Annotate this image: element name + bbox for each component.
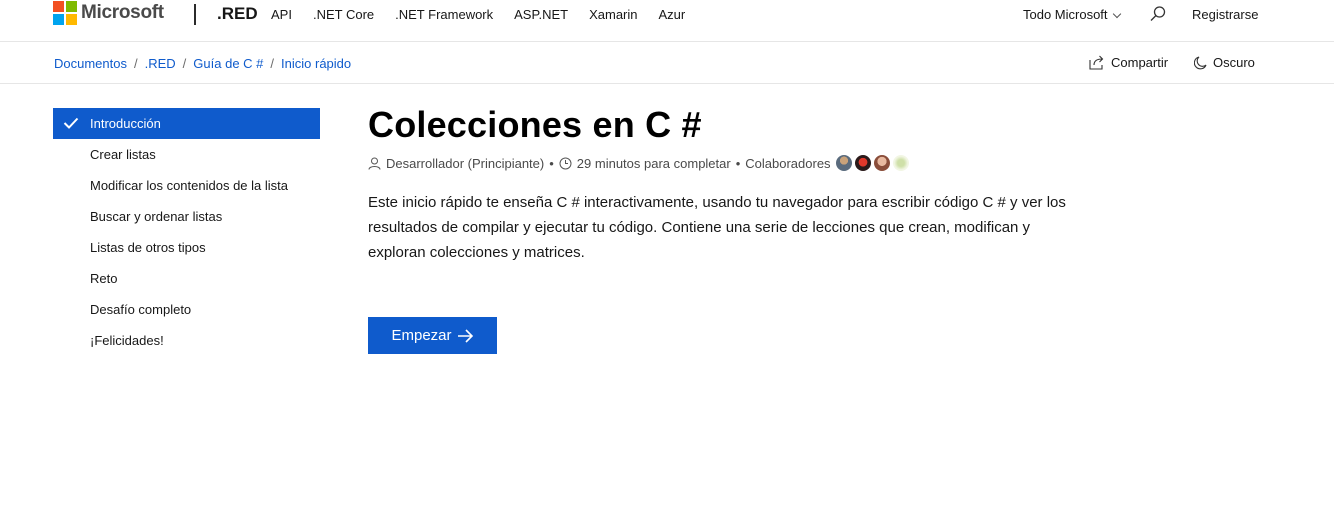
checkmark-icon [63, 117, 79, 129]
meta-separator: • [735, 155, 741, 171]
breadcrumb-separator: / [182, 56, 187, 71]
article-meta: Desarrollador (Principiante) • 29 minuto… [368, 154, 1068, 172]
search-icon[interactable] [1149, 5, 1167, 23]
nav-xamarin[interactable]: Xamarin [589, 7, 637, 22]
sidebar-item-label: Modificar los contenidos de la lista [90, 178, 288, 193]
share-button[interactable]: Compartir [1089, 55, 1168, 70]
sign-in-link[interactable]: Registrarse [1192, 7, 1258, 22]
contributor-avatars [835, 155, 912, 171]
breadcrumb-net[interactable]: .RED [145, 56, 176, 71]
sidebar-item-crear-listas[interactable]: Crear listas [53, 139, 320, 170]
theme-label: Oscuro [1213, 55, 1255, 70]
share-label: Compartir [1111, 55, 1169, 70]
meta-separator: • [549, 155, 554, 171]
moon-icon [1194, 55, 1207, 69]
person-icon [368, 157, 381, 170]
avatar[interactable] [835, 155, 852, 171]
top-header: Microsoft .RED API .NET Core .NET Framew… [0, 0, 1334, 42]
sidebar-item-label: Listas de otros tipos [90, 240, 206, 255]
breadcrumb: Documentos / .RED / Guía de C # / Inicio… [54, 56, 351, 71]
breadcrumb-quickstart[interactable]: Inicio rápido [281, 56, 351, 71]
breadcrumb-bar: Documentos / .RED / Guía de C # / Inicio… [0, 42, 1334, 84]
level-text: Desarrollador (Principiante) [386, 155, 545, 171]
sidebar-item-label: Desafío completo [90, 302, 192, 317]
product-name[interactable]: .RED [217, 4, 258, 24]
microsoft-brand-text[interactable]: Microsoft [81, 2, 164, 24]
nav-net-core[interactable]: .NET Core [313, 7, 374, 22]
all-microsoft-label: Todo Microsoft [1023, 7, 1108, 22]
nav-api[interactable]: API [271, 7, 292, 22]
sidebar-item-reto[interactable]: Reto [53, 263, 320, 294]
breadcrumb-docs[interactable]: Documentos [54, 56, 127, 71]
arrow-right-icon [457, 328, 473, 343]
microsoft-logo-icon[interactable] [53, 1, 77, 25]
sidebar-item-label: Introducción [90, 116, 161, 131]
sidebar-item-introduccion[interactable]: Introducción [53, 108, 320, 139]
chevron-down-icon [1112, 9, 1121, 19]
sidebar-item-buscar[interactable]: Buscar y ordenar listas [53, 201, 320, 232]
avatar[interactable] [892, 155, 909, 171]
header-divider [194, 4, 196, 25]
nav-net-framework[interactable]: .NET Framework [395, 7, 493, 22]
sidebar-item-label: ¡Felicidades! [90, 333, 164, 348]
contributors-link[interactable]: Colaboradores [745, 156, 830, 171]
nav-asp-net[interactable]: ASP.NET [514, 7, 568, 22]
sidebar-item-label: Buscar y ordenar listas [90, 209, 223, 224]
avatar[interactable] [854, 155, 871, 171]
top-nav: API .NET Core .NET Framework ASP.NET Xam… [271, 7, 706, 22]
nav-azur[interactable]: Azur [659, 7, 686, 22]
page-title: Colecciones en C # [368, 104, 702, 145]
sidebar-item-desafio[interactable]: Desafío completo [53, 294, 320, 325]
sidebar-item-label: Reto [90, 271, 118, 286]
sidebar-item-label: Crear listas [90, 147, 156, 162]
avatar[interactable] [873, 155, 890, 171]
sidebar-item-otros-tipos[interactable]: Listas de otros tipos [53, 232, 320, 263]
intro-paragraph: Este inicio rápido te enseña C # interac… [368, 194, 1066, 261]
breadcrumb-separator: / [133, 56, 138, 71]
sidebar-item-modificar[interactable]: Modificar los contenidos de la lista [53, 170, 320, 201]
duration-text: 29 minutos para completar [576, 155, 731, 171]
theme-toggle-button[interactable]: Oscuro [1194, 55, 1255, 70]
start-button[interactable]: Empezar [368, 317, 497, 354]
breadcrumb-separator: / [270, 56, 275, 71]
main-content: Colecciones en C # Desarrollador (Princi… [368, 100, 1068, 354]
start-button-label: Empezar [391, 327, 452, 344]
share-icon [1089, 55, 1104, 70]
all-microsoft-dropdown[interactable]: Todo Microsoft [1023, 7, 1121, 22]
breadcrumb-csharp-guide[interactable]: Guía de C # [193, 56, 263, 71]
sidebar-item-felicidades[interactable]: ¡Felicidades! [53, 325, 320, 356]
clock-icon [559, 157, 572, 169]
tutorial-sidebar: Introducción Crear listas Modificar los … [53, 108, 320, 356]
